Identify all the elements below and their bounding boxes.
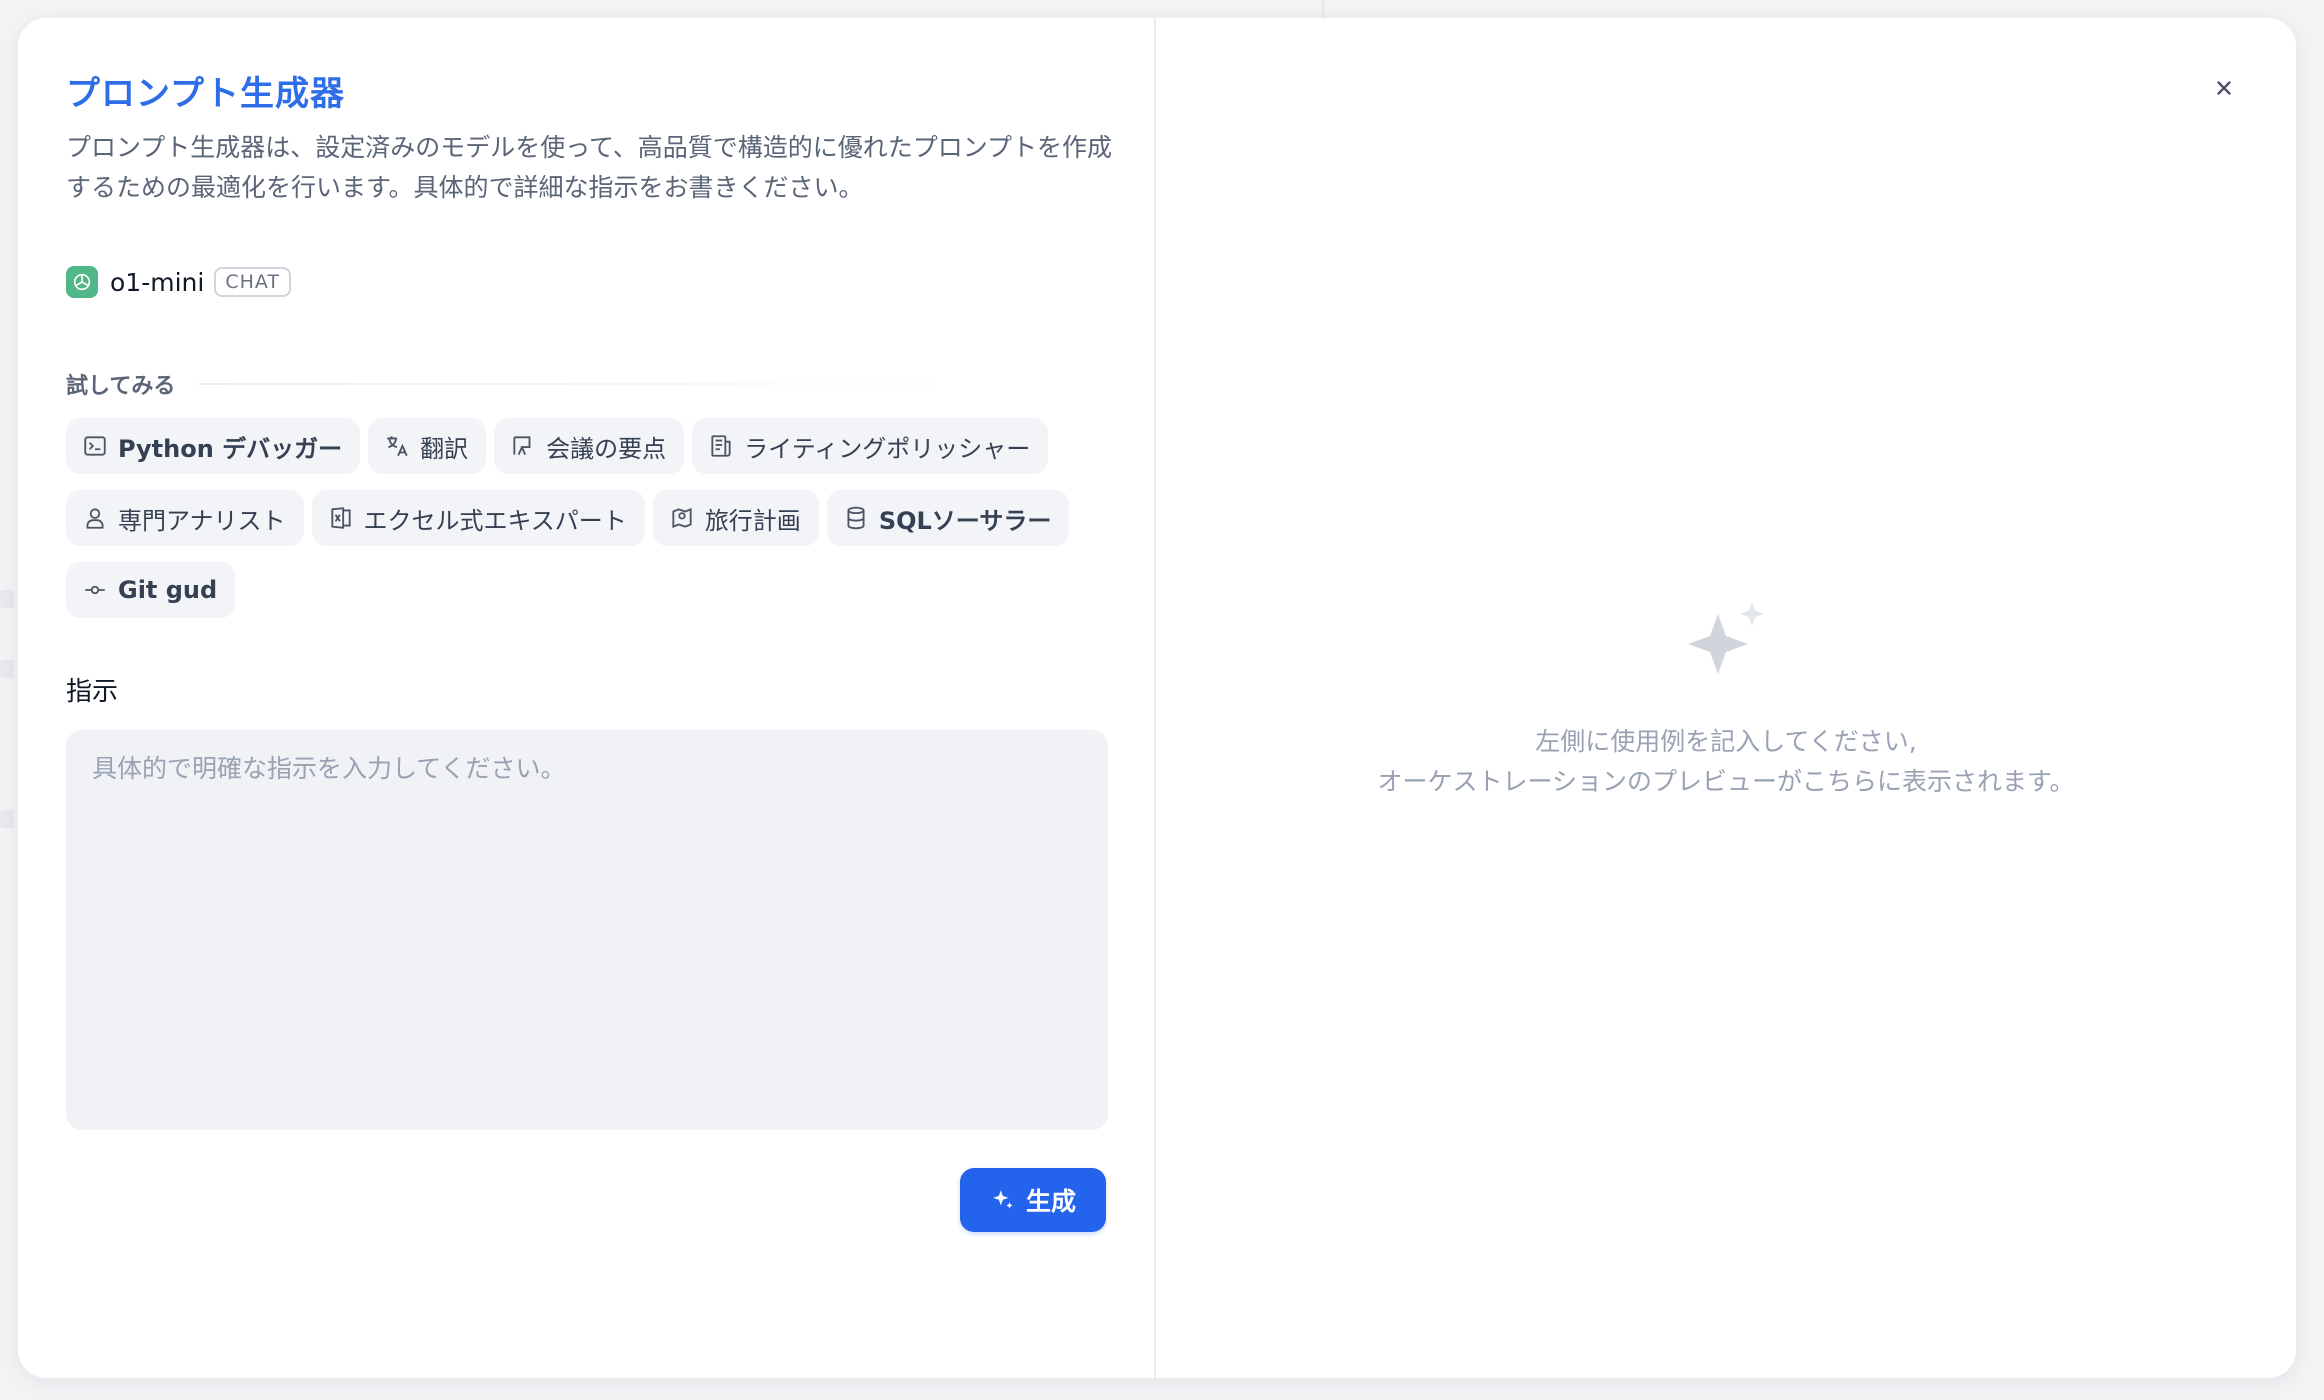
background-ghost-text — [0, 590, 14, 608]
background-ghost-text — [0, 660, 14, 678]
sparkles-icon — [993, 1190, 1013, 1209]
preview-panel: 左側に使用例を記入してください, オーケストレーションのプレビューがこちらに表示… — [1156, 18, 2296, 1378]
chip-excel-formula-expert[interactable]: エクセル式エキスパート — [311, 490, 645, 546]
git-commit-icon — [85, 585, 105, 595]
chip-label: Python デバッガー — [118, 434, 343, 463]
background-ghost-text — [0, 810, 14, 828]
chip-professional-analyst[interactable]: 専門アナリスト — [66, 490, 304, 546]
chip-meeting-takeaways[interactable]: 会議の要点 — [494, 418, 685, 474]
try-section-divider — [199, 383, 1006, 385]
close-icon — [2217, 81, 2231, 95]
preview-empty-line-2: オーケストレーションのプレビューがこちらに表示されます。 — [1377, 767, 2075, 796]
model-selector[interactable]: o1-mini CHAT — [66, 264, 1106, 300]
openai-icon — [66, 266, 98, 298]
excel-icon — [330, 507, 351, 529]
close-button[interactable] — [2204, 68, 2244, 108]
chip-label: Git gud — [118, 576, 218, 604]
sparkles-icon — [1688, 602, 1764, 674]
left-panel: プロンプト生成器 プロンプト生成器は、設定済みのモデルを使って、高品質で構造的に… — [18, 18, 1156, 1378]
instruction-label: 指示 — [66, 677, 119, 707]
chip-label: 会議の要点 — [546, 434, 667, 463]
translate-icon — [387, 436, 408, 457]
chip-label: 専門アナリスト — [118, 506, 286, 535]
model-name: o1-mini — [110, 267, 205, 297]
instruction-textarea[interactable] — [66, 730, 1108, 1130]
terminal-icon — [84, 436, 106, 456]
chip-writing-polisher[interactable]: ライティングポリッシャー — [692, 418, 1049, 474]
chip-label: 旅行計画 — [704, 506, 801, 535]
chip-python-debugger[interactable]: Python デバッガー — [66, 418, 361, 474]
prompt-generator-modal: プロンプト生成器 プロンプト生成器は、設定済みのモデルを使って、高品質で構造的に… — [18, 18, 2296, 1378]
generate-button-label: 生成 — [1025, 1187, 1076, 1216]
background-divider — [1322, 0, 1324, 18]
presentation-icon — [513, 436, 531, 456]
example-chips: Python デバッガー 翻訳 会議の要点 ライティングポリッシャー 専門アナリ… — [66, 418, 1126, 634]
modal-title: プロンプト生成器 — [66, 74, 345, 114]
modal-description: プロンプト生成器は、設定済みのモデルを使って、高品質で構造的に優れたプロンプトを… — [66, 133, 1113, 202]
chip-label: ライティングポリッシャー — [744, 434, 1031, 463]
try-section-label: 試してみる — [66, 374, 176, 399]
preview-empty-state: 左側に使用例を記入してください, オーケストレーションのプレビューがこちらに表示… — [1156, 598, 2296, 802]
chip-translation[interactable]: 翻訳 — [368, 418, 487, 474]
chip-travel-planning[interactable]: 旅行計画 — [652, 490, 819, 546]
chip-sql-sorcerer[interactable]: SQLソーサラー — [826, 490, 1070, 546]
try-section-header: 試してみる — [66, 368, 1106, 400]
chip-label: エクセル式エキスパート — [363, 506, 627, 535]
chip-git-gud[interactable]: Git gud — [66, 562, 236, 618]
database-icon — [847, 506, 865, 530]
preview-empty-text: 左側に使用例を記入してください, オーケストレーションのプレビューがこちらに表示… — [1156, 722, 2296, 802]
newspaper-icon — [711, 435, 731, 457]
model-type-badge: CHAT — [214, 267, 291, 297]
chip-label: SQLソーサラー — [878, 506, 1052, 535]
chip-label: 翻訳 — [420, 434, 469, 463]
user-icon — [86, 508, 104, 529]
generate-button[interactable]: 生成 — [960, 1168, 1106, 1232]
map-pin-icon — [672, 507, 692, 529]
preview-empty-line-1: 左側に使用例を記入してください, — [1535, 727, 1917, 756]
